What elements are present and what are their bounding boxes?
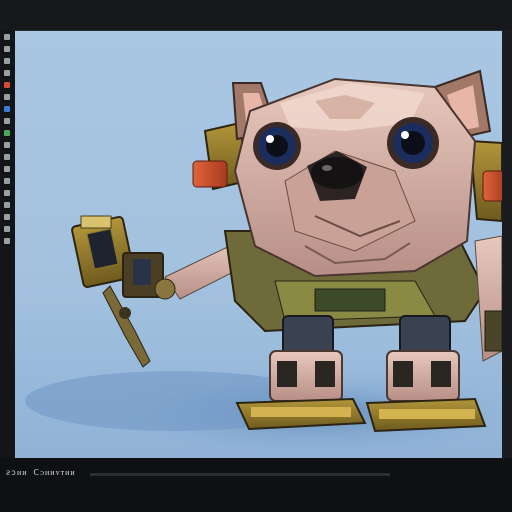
select-icon[interactable] (4, 34, 10, 40)
hand-icon[interactable] (4, 154, 10, 160)
horizontal-scrollbar[interactable] (90, 473, 390, 476)
eraser-icon[interactable] (4, 118, 10, 124)
fill-icon[interactable] (4, 214, 10, 220)
crop-icon[interactable] (4, 238, 10, 244)
right-arm (474, 235, 502, 362)
text-icon[interactable] (4, 190, 10, 196)
gradient-icon[interactable] (4, 226, 10, 232)
render-viewport[interactable] (15, 30, 512, 459)
layer-icon[interactable] (4, 142, 10, 148)
tool-strip (0, 30, 15, 470)
pug-head (231, 69, 492, 278)
app-window: ꙅɔᴎᴎ ᑕᴐᴎᴎᴠᴛᴎᴎ (0, 0, 512, 512)
move-icon[interactable] (4, 46, 10, 52)
scale-icon[interactable] (4, 70, 10, 76)
shape-icon[interactable] (4, 202, 10, 208)
brush-icon[interactable] (4, 94, 10, 100)
zoom-icon[interactable] (4, 166, 10, 172)
color-blue-icon[interactable] (4, 106, 10, 112)
color-red-icon[interactable] (4, 82, 10, 88)
color-green-icon[interactable] (4, 130, 10, 136)
robot-pug-render (25, 69, 502, 459)
vertical-scrollbar[interactable] (502, 30, 512, 458)
status-bar: ꙅɔᴎᴎ ᑕᴐᴎᴎᴠᴛᴎᴎ (0, 458, 512, 512)
top-toolbar (0, 0, 512, 30)
rotate-icon[interactable] (4, 58, 10, 64)
eyedropper-icon[interactable] (4, 178, 10, 184)
status-text: ꙅɔᴎᴎ ᑕᴐᴎᴎᴠᴛᴎᴎ (6, 468, 76, 477)
